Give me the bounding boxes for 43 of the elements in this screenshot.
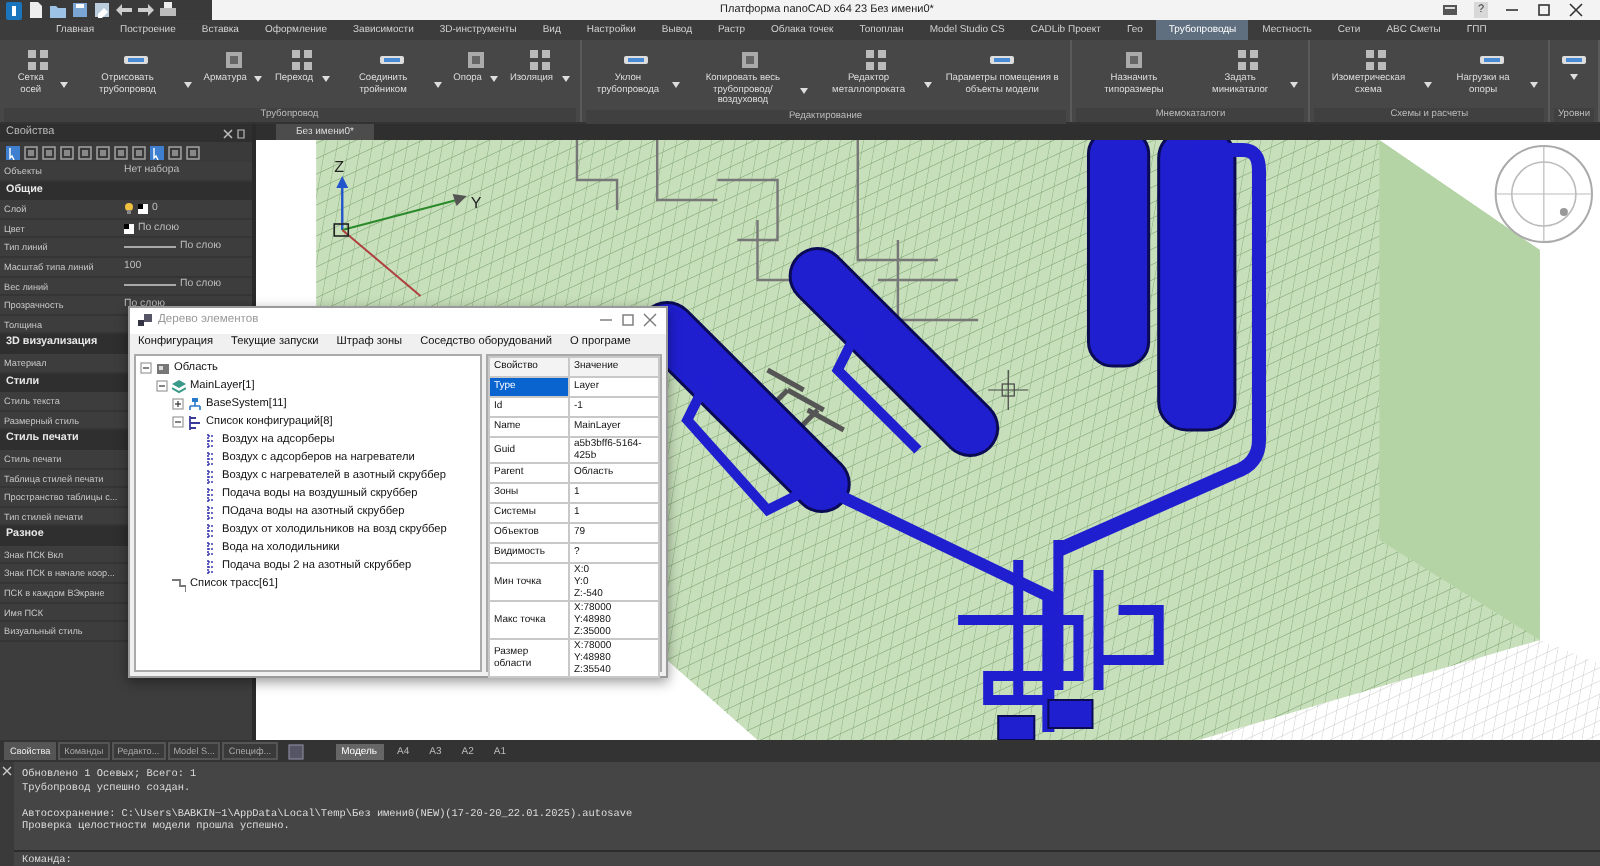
collapse-icon[interactable] bbox=[140, 362, 152, 374]
collapse-icon[interactable] bbox=[172, 416, 184, 428]
pin-close-icon[interactable] bbox=[222, 127, 246, 139]
maximize-icon[interactable] bbox=[1536, 2, 1552, 18]
color-swatch-icon bbox=[124, 223, 134, 234]
tool-icon bbox=[1362, 46, 1391, 74]
collapse-icon[interactable] bbox=[156, 380, 168, 392]
line-preview-icon bbox=[124, 282, 176, 289]
bulb-icon bbox=[124, 202, 134, 215]
close-icon[interactable] bbox=[1568, 2, 1584, 18]
tool-icon bbox=[525, 46, 554, 74]
save-as-icon[interactable] bbox=[94, 2, 110, 18]
toolbar-icon[interactable] bbox=[6, 145, 20, 159]
tool-icon bbox=[1234, 46, 1263, 74]
layer-icon bbox=[172, 379, 186, 393]
config-icon bbox=[204, 505, 218, 519]
config-icon bbox=[204, 469, 218, 483]
config-icon bbox=[204, 487, 218, 501]
tool-icon bbox=[862, 46, 891, 74]
tool-icon bbox=[287, 46, 316, 74]
print-icon[interactable] bbox=[160, 2, 176, 18]
line-preview-icon bbox=[124, 244, 176, 251]
config-icon bbox=[204, 451, 218, 465]
config-list-icon bbox=[188, 415, 202, 429]
save-icon[interactable] bbox=[72, 2, 88, 18]
redo-icon[interactable] bbox=[138, 2, 154, 18]
crosshair-cursor-icon bbox=[987, 369, 1029, 411]
color-swatch-icon bbox=[138, 203, 148, 214]
config-icon bbox=[204, 541, 218, 555]
route-list-icon bbox=[172, 577, 186, 591]
toolbar-icon[interactable] bbox=[150, 145, 164, 159]
area-icon bbox=[156, 361, 170, 375]
maximize-icon[interactable] bbox=[620, 312, 636, 329]
app-logo-icon[interactable] bbox=[6, 1, 22, 19]
tree-window-icon bbox=[138, 313, 152, 328]
undo-icon[interactable] bbox=[116, 2, 132, 18]
config-icon bbox=[204, 559, 218, 573]
expand-icon[interactable] bbox=[172, 398, 184, 410]
config-icon bbox=[204, 523, 218, 537]
config-icon bbox=[204, 433, 218, 447]
tool-icon bbox=[24, 46, 53, 74]
ucs-axes-icon bbox=[333, 176, 467, 297]
network-icon bbox=[188, 397, 202, 411]
